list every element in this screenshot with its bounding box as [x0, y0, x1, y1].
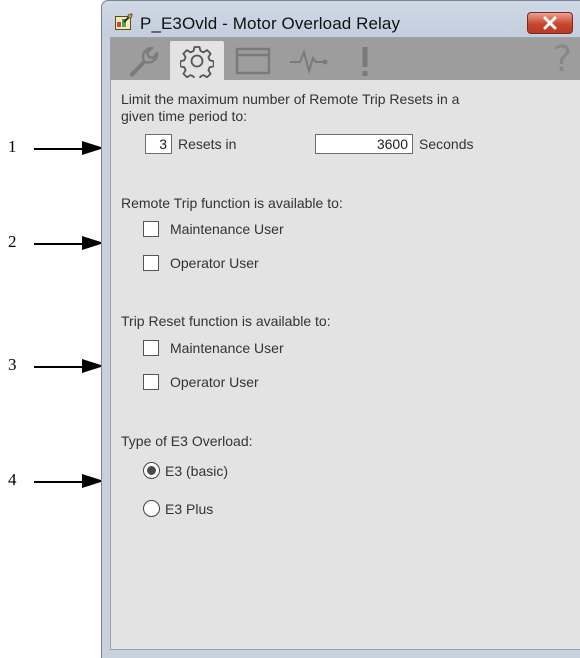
close-icon [543, 16, 557, 30]
e3-plus-label: E3 Plus [165, 501, 214, 517]
resets-in-label: Resets in [178, 136, 237, 152]
trend-icon [290, 48, 328, 75]
remote-trip-heading: Remote Trip function is available to: [121, 195, 343, 211]
faceplate-client: ? Limit the maximum number of Remote Tri… [110, 37, 580, 650]
arrow-line [34, 148, 86, 150]
callout-number: 1 [8, 137, 17, 156]
alarm-icon [362, 46, 368, 76]
title-bar[interactable]: P_E3Ovld - Motor Overload Relay [102, 1, 580, 37]
trip-reset-maintenance-checkbox[interactable] [143, 340, 159, 356]
engineering-panel: Limit the maximum number of Remote Trip … [111, 80, 580, 649]
remote-trip-maintenance-label: Maintenance User [170, 221, 284, 237]
app-icon [115, 13, 133, 31]
tab-alarms[interactable] [338, 41, 392, 80]
arrow-line [34, 243, 86, 245]
callout-number: 2 [8, 232, 17, 251]
reset-count-input[interactable]: 3 [145, 134, 172, 154]
callout-number: 3 [8, 355, 17, 374]
overload-type-heading: Type of E3 Overload: [121, 433, 253, 449]
e3-basic-radio[interactable] [143, 462, 160, 479]
window-title: P_E3Ovld - Motor Overload Relay [140, 14, 401, 33]
reset-limit-label-2: given time period to: [121, 108, 248, 124]
remote-trip-maintenance-checkbox[interactable] [143, 221, 159, 237]
trip-reset-maintenance-label: Maintenance User [170, 340, 284, 356]
reset-limit-label: Limit the maximum number of Remote Trip … [121, 91, 460, 107]
help-icon[interactable]: ? [553, 39, 572, 80]
tab-engineering[interactable] [170, 41, 224, 80]
remote-trip-operator-label: Operator User [170, 255, 259, 271]
tab-maintenance[interactable] [116, 41, 170, 80]
callout-number: 4 [8, 470, 17, 489]
tab-bar: ? [111, 38, 580, 80]
window-icon [235, 47, 271, 74]
seconds-label: Seconds [419, 136, 474, 152]
faceplate-window: P_E3Ovld - Motor Overload Relay ? Limit … [101, 0, 580, 658]
tab-trends[interactable] [282, 41, 336, 80]
trip-reset-heading: Trip Reset function is available to: [121, 313, 331, 329]
arrow-line [34, 366, 86, 368]
reset-period-input[interactable]: 3600 [315, 134, 413, 154]
e3-basic-label: E3 (basic) [165, 463, 229, 479]
remote-trip-operator-checkbox[interactable] [143, 255, 159, 271]
arrow-line [34, 481, 86, 483]
wrench-icon [129, 46, 159, 77]
trip-reset-operator-label: Operator User [170, 374, 259, 390]
gear-icon [180, 45, 214, 78]
e3-plus-radio[interactable] [143, 500, 160, 517]
tab-faceplate[interactable] [226, 41, 280, 80]
trip-reset-operator-checkbox[interactable] [143, 374, 159, 390]
close-button[interactable] [527, 12, 573, 34]
